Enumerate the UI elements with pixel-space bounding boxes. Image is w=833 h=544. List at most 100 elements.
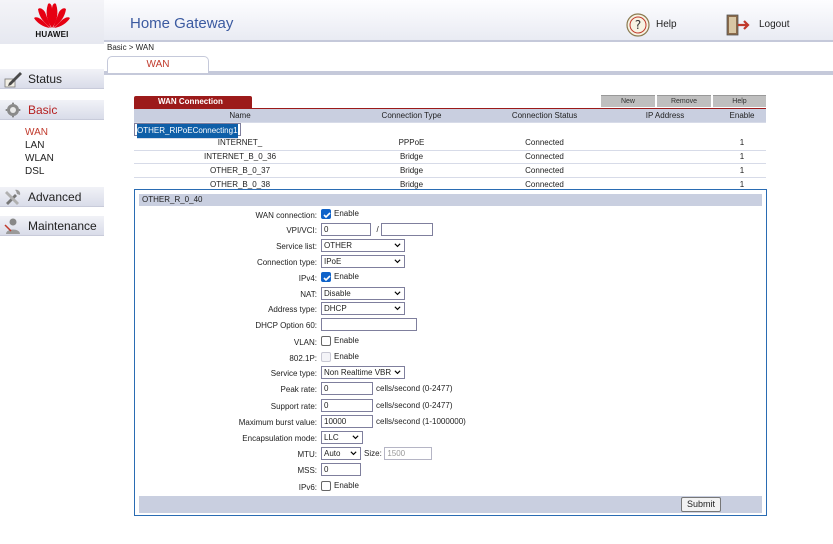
label-8021p: 802.1P: bbox=[289, 354, 317, 363]
mss-input[interactable]: 0 bbox=[321, 463, 361, 476]
sidebar-item-label: Maintenance bbox=[28, 219, 97, 233]
sidebar-item-label: Basic bbox=[28, 103, 58, 117]
vpi-input[interactable]: 0 bbox=[321, 223, 371, 236]
table-row[interactable]: OTHER_R IPoE Connecting 1 bbox=[134, 123, 241, 139]
tab-wan[interactable]: WAN bbox=[107, 56, 209, 73]
sidebar-item-status[interactable]: Status bbox=[0, 69, 104, 89]
ipv4-checkbox[interactable] bbox=[321, 271, 331, 282]
huawei-logo: HUAWEI bbox=[0, 0, 104, 44]
help-label: Help bbox=[656, 19, 677, 30]
connection-type-value: IPoE bbox=[324, 257, 342, 266]
sidebar-item-label: Advanced bbox=[28, 190, 82, 204]
sidebar-item-basic[interactable]: Basic bbox=[0, 100, 104, 120]
row-ipv4: IPv4: Enable bbox=[135, 271, 768, 287]
subnav-lan[interactable]: LAN bbox=[25, 139, 54, 152]
cell-status: Connected bbox=[477, 150, 612, 165]
chevron-down-icon bbox=[394, 370, 401, 375]
service-type-select[interactable]: Non Realtime VBR bbox=[321, 366, 405, 379]
submit-button[interactable]: Submit bbox=[681, 497, 721, 512]
encapsulation-select[interactable]: LLC bbox=[321, 431, 363, 444]
row-mss: MSS: 0 bbox=[135, 463, 768, 479]
row-service-type: Service type: Non Realtime VBR bbox=[135, 366, 768, 382]
advanced-tools-icon bbox=[3, 188, 23, 208]
vci-input[interactable] bbox=[381, 223, 434, 236]
label-mss: MSS: bbox=[297, 466, 317, 475]
row-peak-rate: Peak rate: 0 cells/second (0-2477) bbox=[135, 382, 768, 398]
table-row[interactable]: INTERNET_B_0_36 Bridge Connected 1 bbox=[134, 150, 766, 165]
table-header-row: Name Connection Type Connection Status I… bbox=[134, 109, 766, 124]
max-burst-input[interactable]: 10000 bbox=[321, 415, 373, 428]
label-encapsulation: Encapsulation mode: bbox=[242, 434, 317, 443]
wan-connection-checkbox[interactable] bbox=[321, 208, 331, 219]
cell-type: Bridge bbox=[346, 163, 477, 179]
cell-enable: 1 bbox=[718, 136, 766, 151]
app-header: Home Gateway ? Help Logout bbox=[104, 0, 833, 42]
connection-type-select[interactable]: IPoE bbox=[321, 255, 405, 268]
cell-type: Bridge bbox=[346, 150, 477, 165]
cell-ip bbox=[612, 163, 718, 179]
enable-text: Enable bbox=[334, 352, 359, 362]
table-row[interactable]: OTHER_B_0_37 Bridge Connected 1 bbox=[134, 163, 766, 179]
address-type-value: DHCP bbox=[324, 304, 347, 313]
mtu-size-input[interactable]: 1500 bbox=[384, 447, 433, 460]
column-header: IP Address bbox=[612, 109, 718, 124]
support-rate-input[interactable]: 0 bbox=[321, 399, 373, 412]
panel-heading: OTHER_R_0_40 bbox=[139, 194, 762, 206]
cell-type: PPPoE bbox=[346, 136, 477, 151]
peak-rate-input[interactable]: 0 bbox=[321, 382, 373, 395]
mtu-value: Auto bbox=[324, 449, 341, 458]
remove-button[interactable]: Remove bbox=[657, 95, 711, 107]
subnav-wan[interactable]: WAN bbox=[25, 126, 54, 139]
logout-door-icon bbox=[726, 14, 750, 36]
service-list-value: OTHER bbox=[324, 241, 352, 250]
label-vlan: VLAN: bbox=[293, 338, 317, 347]
chevron-down-icon bbox=[350, 451, 357, 456]
chevron-down-icon bbox=[394, 243, 401, 248]
cell-enable: 1 bbox=[718, 150, 766, 165]
cell-type: IPoE bbox=[175, 124, 193, 139]
cell-enable: 1 bbox=[718, 163, 766, 179]
sidebar-item-label: Status bbox=[28, 72, 63, 86]
label-ipv6: IPv6: bbox=[298, 483, 317, 492]
table-help-button[interactable]: Help bbox=[713, 95, 766, 107]
cell-status: Connected bbox=[477, 163, 612, 179]
sidebar-submenu: WAN LAN WLAN DSL bbox=[25, 126, 54, 178]
mtu-select[interactable]: Auto bbox=[321, 447, 361, 460]
nat-select[interactable]: Disable bbox=[321, 287, 405, 300]
sidebar-item-maintenance[interactable]: Maintenance bbox=[0, 216, 104, 236]
cell-status: Connected bbox=[477, 136, 612, 151]
subnav-dsl[interactable]: DSL bbox=[25, 165, 54, 178]
maintenance-user-icon bbox=[3, 217, 23, 237]
enable-text: Enable bbox=[334, 272, 359, 282]
row-wan-connection: WAN connection: Enable bbox=[135, 208, 768, 224]
help-button[interactable]: ? Help bbox=[626, 13, 677, 39]
row-mtu: MTU: Auto Size: 1500 bbox=[135, 447, 768, 463]
label-wan-connection: WAN connection: bbox=[255, 211, 317, 220]
vlan-checkbox[interactable] bbox=[321, 335, 331, 346]
wan-config-panel: OTHER_R_0_40 WAN connection: Enable VPI/… bbox=[134, 189, 767, 516]
huawei-logo-icon bbox=[34, 3, 70, 29]
address-type-select[interactable]: DHCP bbox=[321, 302, 405, 315]
subnav-wlan[interactable]: WLAN bbox=[25, 152, 54, 165]
service-list-select[interactable]: OTHER bbox=[321, 239, 405, 252]
column-header: Enable bbox=[718, 109, 766, 124]
enable-text: Enable bbox=[334, 481, 359, 491]
row-dhcp-option60: DHCP Option 60: bbox=[135, 318, 768, 334]
new-button[interactable]: New bbox=[601, 95, 655, 107]
logout-button[interactable]: Logout bbox=[725, 13, 790, 39]
row-nat: NAT: Disable bbox=[135, 287, 768, 303]
cell-enable: 1 bbox=[233, 124, 238, 139]
sidebar-item-advanced[interactable]: Advanced bbox=[0, 187, 104, 207]
label-vpi-vci: VPI/VCI: bbox=[286, 226, 317, 235]
ipv6-checkbox[interactable] bbox=[321, 480, 331, 491]
label-peak-rate: Peak rate: bbox=[280, 385, 317, 394]
row-address-type: Address type: DHCP bbox=[135, 302, 768, 318]
max-burst-unit: cells/second (1-1000000) bbox=[376, 417, 466, 426]
label-service-type: Service type: bbox=[270, 369, 317, 378]
dhcp-option60-input[interactable] bbox=[321, 318, 417, 331]
cell-name: OTHER_R bbox=[137, 124, 176, 139]
label-dhcp-option60: DHCP Option 60: bbox=[255, 321, 317, 330]
chevron-down-icon bbox=[394, 259, 401, 264]
8021p-checkbox[interactable] bbox=[321, 351, 331, 362]
svg-text:?: ? bbox=[635, 18, 641, 32]
